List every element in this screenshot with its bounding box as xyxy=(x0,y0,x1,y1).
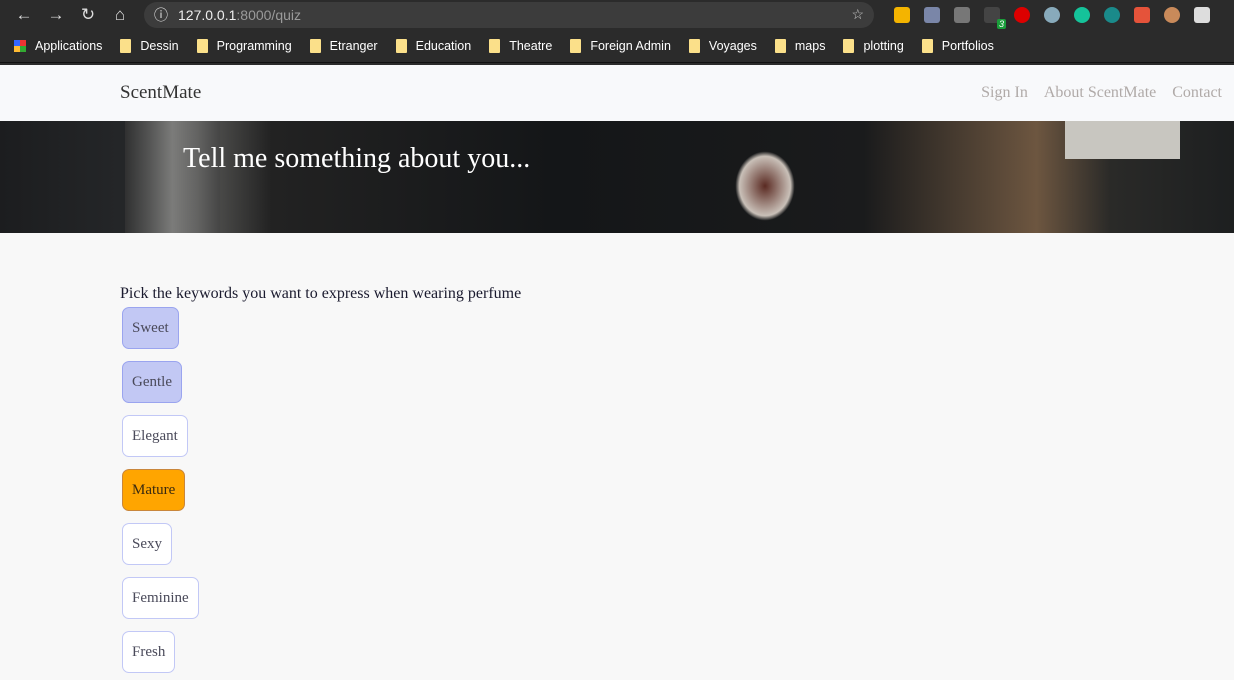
bookmarks-bar: Applications Dessin Programming Etranger… xyxy=(0,29,1234,63)
nav-links: Sign In About ScentMate Contact xyxy=(981,84,1222,102)
hero-flower-image xyxy=(735,151,795,221)
folder-icon xyxy=(570,38,582,53)
home-icon[interactable]: ⌂ xyxy=(104,5,136,25)
folder-icon xyxy=(688,38,700,53)
keyword-list: Sweet Gentle Elegant Mature Sexy Feminine Fres… xyxy=(120,307,1234,673)
adblock-icon[interactable] xyxy=(1014,6,1030,23)
browser-chrome: ← → ↻ ⌂ ⓘ 127.0.0.1:8000/quiz ☆ 3 Applic… xyxy=(0,0,1234,65)
folder-icon xyxy=(309,38,321,53)
nav-about[interactable]: About ScentMate xyxy=(1044,84,1156,102)
apps-grid-icon xyxy=(14,39,26,52)
info-icon[interactable]: ⓘ xyxy=(154,5,168,25)
bookmark-folder[interactable]: Education xyxy=(395,38,472,53)
extension-icon[interactable] xyxy=(1104,6,1120,23)
bookmark-folder[interactable]: Programming xyxy=(196,38,292,53)
bookmark-applications[interactable]: Applications xyxy=(14,39,102,53)
bookmark-folder[interactable]: Portfolios xyxy=(921,38,994,53)
keyword-button-gentle[interactable]: Gentle xyxy=(122,361,182,403)
bookmark-label: maps xyxy=(794,38,826,53)
address-bar[interactable]: ⓘ 127.0.0.1:8000/quiz ☆ xyxy=(144,1,874,28)
extension-icon[interactable] xyxy=(924,6,940,23)
bookmark-label: Theatre xyxy=(509,38,553,53)
extension-icon[interactable]: 3 xyxy=(984,6,1006,29)
extension-badge: 3 xyxy=(996,18,1006,29)
url-path: :8000/quiz xyxy=(236,6,301,23)
bookmark-folder[interactable]: Theatre xyxy=(489,38,553,53)
keyword-button-sexy[interactable]: Sexy xyxy=(122,523,172,565)
hero-banner: Tell me something about you... xyxy=(0,121,1234,233)
bookmark-label: Etranger xyxy=(329,38,378,53)
extension-icon[interactable] xyxy=(894,6,910,23)
bookmark-label: Dessin xyxy=(140,38,179,53)
folder-icon xyxy=(489,38,501,53)
bookmark-folder[interactable]: maps xyxy=(774,38,826,53)
bookmark-folder[interactable]: Dessin xyxy=(120,38,179,53)
extension-icon[interactable] xyxy=(1164,6,1180,23)
back-icon[interactable]: ← xyxy=(8,5,40,25)
bookmark-label: Foreign Admin xyxy=(590,38,671,53)
url-host: 127.0.0.1 xyxy=(178,6,237,23)
forward-icon[interactable]: → xyxy=(40,5,72,25)
folder-icon xyxy=(774,38,786,53)
bookmark-folder[interactable]: Etranger xyxy=(309,38,378,53)
extensions: 3 xyxy=(894,6,1210,29)
folder-icon xyxy=(843,38,855,53)
site-navbar: ScentMate Sign In About ScentMate Contac… xyxy=(0,65,1234,121)
quiz-section: Pick the keywords you want to express wh… xyxy=(0,233,1234,673)
megaphone-extension-icon[interactable] xyxy=(1134,6,1150,23)
bookmark-label: Portfolios xyxy=(941,38,994,53)
nav-sign-in[interactable]: Sign In xyxy=(981,84,1028,102)
keyword-button-sweet[interactable]: Sweet xyxy=(122,307,179,349)
grammarly-icon[interactable] xyxy=(1074,6,1090,23)
facebook-extension-icon[interactable] xyxy=(954,6,970,23)
bookmark-label: plotting xyxy=(863,38,904,53)
keyword-button-elegant[interactable]: Elegant xyxy=(122,415,188,457)
puzzle-extensions-icon[interactable] xyxy=(1194,6,1210,23)
folder-icon xyxy=(120,38,132,53)
hero-bottle-image xyxy=(125,121,220,233)
keyword-button-feminine[interactable]: Feminine xyxy=(122,577,199,619)
brand-logo[interactable]: ScentMate xyxy=(120,82,201,104)
bookmark-label: Programming xyxy=(216,38,292,53)
bookmark-label: Education xyxy=(415,38,472,53)
keyword-button-fresh[interactable]: Fresh xyxy=(122,631,176,673)
folder-icon xyxy=(921,38,933,53)
hero-label-image xyxy=(1065,121,1180,159)
bookmark-star-icon[interactable]: ☆ xyxy=(851,6,864,23)
extension-icon[interactable] xyxy=(1044,6,1060,23)
hero-title: Tell me something about you... xyxy=(183,143,531,174)
bookmark-label: Voyages xyxy=(708,38,757,53)
bookmark-folder[interactable]: Foreign Admin xyxy=(570,38,671,53)
reload-icon[interactable]: ↻ xyxy=(72,5,104,25)
quiz-prompt: Pick the keywords you want to express wh… xyxy=(120,285,522,302)
bookmark-label: Applications xyxy=(35,38,103,53)
bookmark-folder[interactable]: Voyages xyxy=(688,38,757,53)
folder-icon xyxy=(395,38,407,53)
folder-icon xyxy=(196,38,208,53)
browser-toolbar: ← → ↻ ⌂ ⓘ 127.0.0.1:8000/quiz ☆ 3 xyxy=(0,0,1234,29)
nav-contact[interactable]: Contact xyxy=(1172,84,1222,102)
bookmark-folder[interactable]: plotting xyxy=(843,38,904,53)
keyword-button-mature[interactable]: Mature xyxy=(122,469,186,511)
